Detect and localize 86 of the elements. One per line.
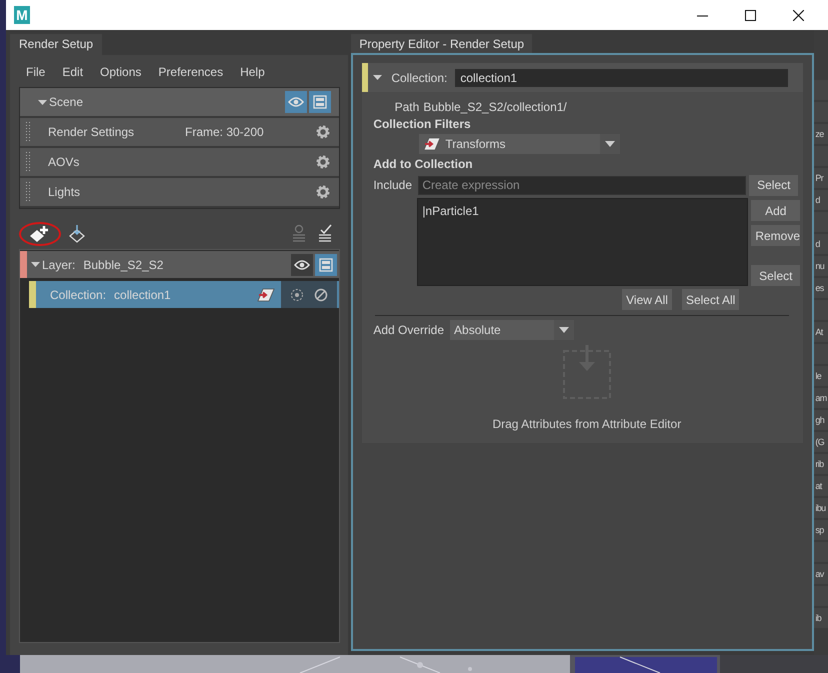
attribute-row[interactable]: d <box>814 234 828 254</box>
attribute-row[interactable]: ze <box>814 124 828 144</box>
filter-dropdown[interactable]: Transforms <box>419 134 620 154</box>
path-label: Path <box>394 100 420 114</box>
dropdown-arrow-icon <box>559 327 570 333</box>
add-layer-icon[interactable] <box>29 225 51 243</box>
attribute-row[interactable]: At <box>814 322 828 342</box>
attribute-row[interactable]: am <box>814 388 828 408</box>
section-heading: Add to Collection <box>373 157 474 171</box>
scene-item[interactable]: Lights <box>20 178 340 206</box>
dropdown-arrow-icon <box>605 141 616 147</box>
path-value: Bubble_S2_S2/collection1/ <box>423 100 567 114</box>
attribute-row[interactable]: gh <box>814 410 828 430</box>
frame-range: Frame: 30-200 <box>185 125 265 139</box>
expand-arrow-icon[interactable] <box>31 260 40 269</box>
disable-icon[interactable] <box>314 288 328 302</box>
layers-icon[interactable] <box>291 224 308 244</box>
menu-item[interactable]: File <box>26 65 62 79</box>
eye-icon <box>288 97 304 107</box>
item-label: Render Settings <box>48 125 136 139</box>
layer-row[interactable]: Layer: Bubble_S2_S2 <box>20 251 340 278</box>
scene-header[interactable]: Scene <box>20 88 340 116</box>
layer-name: Bubble_S2_S2 <box>83 258 164 272</box>
include-label: Include <box>373 178 414 192</box>
attribute-row[interactable]: es <box>814 278 828 298</box>
attribute-row[interactable]: av <box>814 564 828 584</box>
filter-icon <box>257 288 276 302</box>
eye-toggle[interactable] <box>285 91 308 113</box>
render-toggle[interactable] <box>309 91 332 113</box>
menu-item[interactable]: Help <box>240 65 282 79</box>
attribute-row[interactable]: le <box>814 366 828 386</box>
close-icon[interactable] <box>793 10 804 20</box>
section-heading: Collection Filters <box>373 117 472 131</box>
maximize-icon[interactable] <box>745 10 756 20</box>
expand-arrow-icon[interactable] <box>38 98 47 106</box>
menu-item[interactable]: Edit <box>62 65 100 79</box>
film-icon <box>313 95 328 109</box>
checklist-icon[interactable] <box>317 224 334 244</box>
gear-icon[interactable] <box>315 154 332 170</box>
item-label: Lights <box>48 185 82 199</box>
expand-arrow-icon[interactable] <box>373 73 382 82</box>
collection-name: collection1 <box>114 288 172 302</box>
menu-item[interactable]: Preferences <box>158 65 240 79</box>
collection-label: Collection: <box>391 70 448 84</box>
menu-item[interactable]: Options <box>100 65 158 79</box>
list-item[interactable]: |nParticle1 <box>422 204 744 218</box>
eye-toggle[interactable] <box>291 254 314 276</box>
import-icon[interactable] <box>68 224 86 244</box>
attribute-row[interactable]: nu <box>814 256 828 276</box>
scene-item[interactable]: Render Settings Frame: 30-200 <box>20 118 340 146</box>
app-icon: M <box>14 6 30 24</box>
expression-field[interactable]: Create expression <box>418 176 746 194</box>
list-button[interactable]: View All <box>622 289 672 310</box>
attribute-row[interactable]: ibu <box>814 498 828 518</box>
list-button[interactable]: Remove <box>751 225 800 246</box>
film-icon <box>319 258 334 272</box>
eye-icon <box>294 260 310 270</box>
panel-tab[interactable]: Render Setup <box>10 34 102 55</box>
list-button[interactable]: Add <box>751 200 800 221</box>
override-label: Add Override <box>373 323 444 337</box>
scene-item[interactable]: AOVs <box>20 148 340 176</box>
drop-hint: Drag Attributes from Attribute Editor <box>492 417 682 431</box>
isolate-icon[interactable] <box>290 288 304 302</box>
attribute-row[interactable]: Pr <box>814 168 828 188</box>
attribute-row[interactable]: d <box>814 190 828 210</box>
gear-icon[interactable] <box>315 184 332 200</box>
filter-icon <box>423 137 442 151</box>
list-button[interactable]: Select All <box>682 289 740 310</box>
attribute-row[interactable]: at <box>814 476 828 496</box>
attribute-row[interactable]: sp <box>814 520 828 540</box>
name-field[interactable]: collection1 <box>455 68 788 86</box>
select-button[interactable]: Select <box>751 265 800 286</box>
attribute-row[interactable]: ib <box>814 608 828 628</box>
select-button[interactable]: Select <box>749 174 798 196</box>
collection-header[interactable]: Collection: collection1 <box>362 63 804 92</box>
collection-label: Collection: <box>50 288 106 302</box>
attribute-row[interactable]: (G <box>814 432 828 452</box>
scene-label: Scene <box>49 95 84 109</box>
gear-icon[interactable] <box>315 124 332 140</box>
panel-tab[interactable]: Property Editor - Render Setup <box>351 34 532 53</box>
attribute-row[interactable]: rib <box>814 454 828 474</box>
member-list[interactable]: |nParticle1 <box>417 198 748 286</box>
layer-label: Layer: <box>42 258 76 272</box>
item-label: AOVs <box>48 155 80 169</box>
override-dropdown[interactable]: Absolute <box>450 320 574 340</box>
render-toggle[interactable] <box>315 254 338 276</box>
